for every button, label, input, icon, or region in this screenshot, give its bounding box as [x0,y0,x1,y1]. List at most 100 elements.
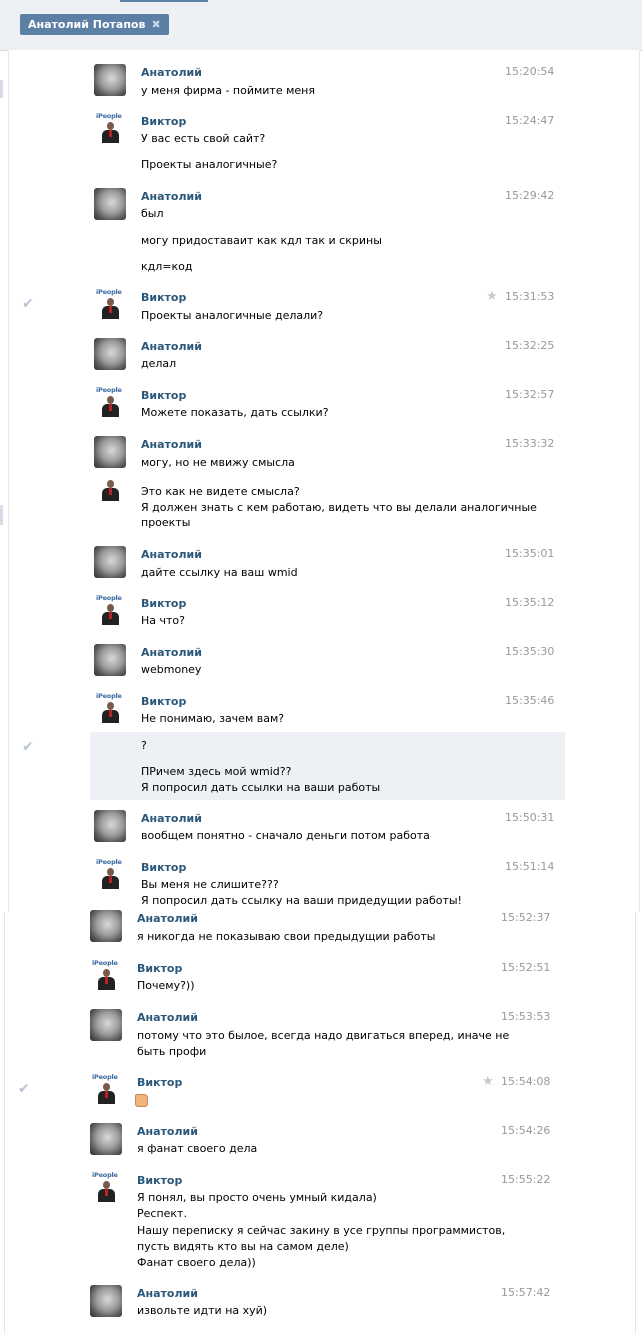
sender-name[interactable]: Анатолий [137,1125,198,1138]
sender-name[interactable]: Анатолий [141,66,202,79]
avatar[interactable] [90,1009,122,1041]
sender-name[interactable]: Анатолий [141,812,202,825]
avatar[interactable] [94,64,126,96]
avatar-figure [105,1189,108,1196]
message-time[interactable]: 15:53:53 [501,1010,550,1023]
message-time[interactable]: 15:35:30 [505,645,554,658]
avatar[interactable]: iPeople [90,959,122,991]
sender-name[interactable]: Виктор [141,597,186,610]
message-time[interactable]: 15:57:42 [501,1286,550,1299]
avatar[interactable] [94,546,126,578]
sender-name[interactable]: Анатолий [141,646,202,659]
avatar[interactable] [94,810,126,842]
avatar-figure [103,969,110,977]
avatar[interactable] [90,1285,122,1317]
avatar[interactable]: iPeople [94,692,126,724]
avatar[interactable] [90,1123,122,1155]
message-time[interactable]: 15:33:32 [505,437,554,450]
sender-name[interactable]: Виктор [137,1076,182,1089]
message-text: webmoney [141,663,202,676]
avatar-figure [107,604,114,612]
message-text: у меня фирма - поймите меня [141,84,315,97]
sender-name[interactable]: Виктор [141,389,186,402]
avatar[interactable]: iPeople [94,594,126,626]
avatar-figure [109,306,112,313]
message-time[interactable]: 15:35:01 [505,547,554,560]
avatar[interactable] [94,644,126,676]
message-text: ? [141,739,147,752]
message-text: Вы меня не слишите??? [141,878,279,891]
avatar[interactable]: iPeople [90,1171,122,1203]
message-time[interactable]: 15:35:12 [505,596,554,609]
sender-name[interactable]: Анатолий [141,340,202,353]
message-time[interactable]: 15:31:53 [505,290,554,303]
sender-name[interactable]: Виктор [141,695,186,708]
message-text: дайте ссылку на ваш wmid [141,566,298,579]
avatar[interactable] [94,188,126,220]
message-time[interactable]: 15:55:22 [501,1173,550,1186]
avatar[interactable] [94,436,126,468]
message-time[interactable]: 15:54:08 [501,1075,550,1088]
message-time[interactable]: 15:54:26 [501,1124,550,1137]
message-time[interactable]: 15:51:14 [505,860,554,873]
sender-name[interactable]: Виктор [137,962,182,975]
avatar-figure [107,480,114,488]
message-text: могу придоставаит как кдл так и скрины [141,234,382,247]
message-text: Нашу переписку я сейчас закину в усе гру… [137,1224,506,1237]
message-time[interactable]: 15:35:46 [505,694,554,707]
check-icon[interactable]: ✔ [18,1081,30,1097]
star-icon[interactable]: ★ [482,1074,494,1089]
message-text: Я попросил дать ссылку на ваши придедущи… [141,894,462,907]
sender-name[interactable]: Анатолий [141,438,202,451]
sender-name[interactable]: Анатолий [141,548,202,561]
avatar-figure [107,122,114,130]
avatar[interactable]: iPeople [90,1073,122,1105]
sender-name[interactable]: Виктор [137,1174,182,1187]
avatar[interactable] [94,338,126,370]
message-text: потому что это былое, всегда надо двигат… [137,1029,510,1042]
message-time[interactable]: 15:29:42 [505,189,554,202]
message-text: У вас есть свой сайт? [141,132,266,145]
avatar[interactable] [94,470,126,502]
message-time[interactable]: 15:24:47 [505,114,554,127]
avatar-figure [107,298,114,306]
message-time[interactable]: 15:20:54 [505,65,554,78]
message-time[interactable]: 15:32:57 [505,388,554,401]
avatar-caption: iPeople [96,594,122,602]
message-text: Не понимаю, зачем вам? [141,712,285,725]
message-text: Почему?)) [137,979,195,992]
check-icon[interactable]: ✔ [22,739,34,755]
message-text: быть профи [137,1045,207,1058]
message-text: пусть видять кто вы на самом деле) [137,1240,349,1253]
avatar[interactable] [90,910,122,942]
sender-name[interactable]: Виктор [141,291,186,304]
avatar[interactable]: iPeople [94,112,126,144]
close-icon[interactable]: ✖ [151,14,160,35]
avatar[interactable]: iPeople [94,386,126,418]
message-time[interactable]: 15:52:51 [501,961,550,974]
message-text: Респект. [137,1207,187,1220]
message-text: кдл=код [141,260,193,273]
header-bar: Анатолий Потапов ✖ [0,0,642,51]
sender-name[interactable]: Анатолий [141,190,202,203]
message-time[interactable]: 15:50:31 [505,811,554,824]
message-text: вообщем понятно - сначало деньги потом р… [141,829,430,842]
message-text: Фанат своего дела)) [137,1256,256,1269]
active-tab-indicator [120,0,208,2]
star-icon[interactable]: ★ [486,289,498,304]
sender-name[interactable]: Анатолий [137,1287,198,1300]
avatar[interactable]: iPeople [94,858,126,890]
sender-name[interactable]: Анатолий [137,1011,198,1024]
sender-name[interactable]: Анатолий [137,912,198,925]
sender-name[interactable]: Виктор [141,115,186,128]
sender-name[interactable]: Виктор [141,861,186,874]
message-text: Проекты аналогичные делали? [141,309,324,322]
message-text: ПРичем здесь мой wmid?? [141,765,292,778]
avatar[interactable]: iPeople [94,288,126,320]
message-time[interactable]: 15:32:25 [505,339,554,352]
scrollbar-marker [0,505,3,525]
avatar-caption: iPeople [96,692,122,700]
dialog-tab-chip[interactable]: Анатолий Потапов ✖ [20,14,169,35]
message-time[interactable]: 15:52:37 [501,911,550,924]
check-icon[interactable]: ✔ [22,296,34,312]
